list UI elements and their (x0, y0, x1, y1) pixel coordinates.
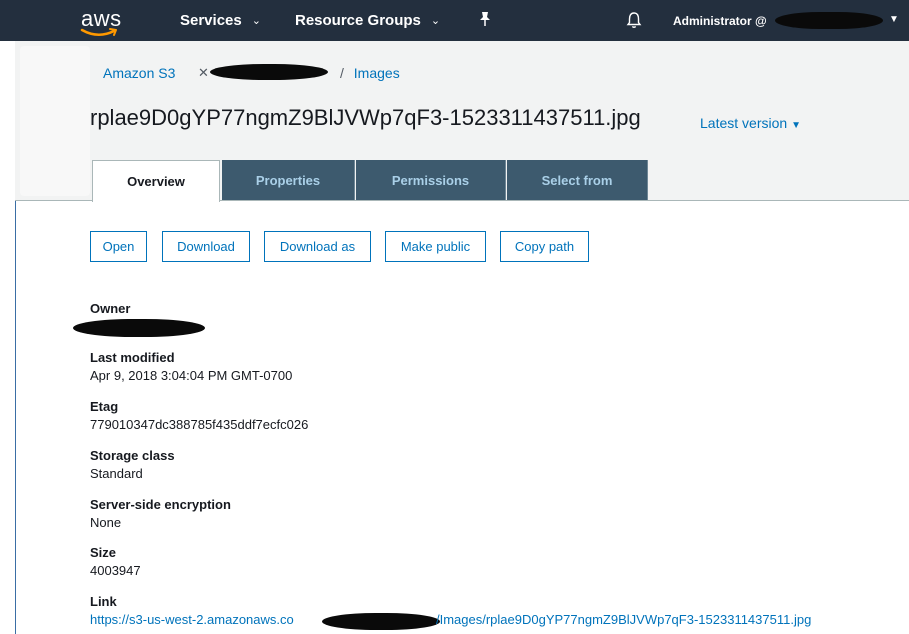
breadcrumb: Amazon S3 (103, 65, 175, 81)
pin-icon[interactable] (478, 11, 492, 31)
owner-label: Owner (90, 301, 131, 316)
version-dropdown[interactable]: Latest version ▼ (700, 115, 801, 131)
etag-label: Etag (90, 399, 119, 414)
encryption-value: None (90, 515, 122, 530)
close-icon: ✕ (198, 65, 209, 80)
make-public-button[interactable]: Make public (385, 231, 486, 262)
etag-value: 779010347dc388785f435ddf7ecfc026 (90, 417, 309, 432)
download-button[interactable]: Download (162, 231, 250, 262)
copy-path-button[interactable]: Copy path (500, 231, 589, 262)
redaction-mark (210, 64, 328, 80)
breadcrumb-tail: / Images (334, 65, 400, 81)
breadcrumb-amazon-s3[interactable]: Amazon S3 (103, 65, 175, 81)
chevron-down-icon: ⌄ (430, 15, 441, 27)
account-label[interactable]: Administrator @ (673, 14, 767, 28)
redaction-mark (322, 613, 440, 630)
tab-permissions[interactable]: Permissions (356, 160, 506, 200)
version-label: Latest version (700, 115, 788, 131)
last-modified-label: Last modified (90, 350, 175, 365)
redaction-mark (73, 319, 205, 337)
aws-logo[interactable]: aws (78, 2, 128, 38)
encryption-label: Server-side encryption (90, 497, 231, 512)
last-modified-value: Apr 9, 2018 3:04:04 PM GMT-0700 (90, 368, 293, 383)
object-link-prefix[interactable]: https://s3-us-west-2.amazonaws.co (90, 612, 294, 627)
chevron-down-icon: ⌄ (251, 15, 261, 27)
caret-down-icon: ▼ (791, 120, 802, 131)
services-menu[interactable]: Services ⌄ (180, 12, 261, 29)
content-left-border (15, 201, 16, 634)
link-label: Link (90, 594, 117, 609)
object-filename: rplae9D0gYP77ngmZ9BlJVWp7qF3-15233114375… (90, 105, 641, 130)
tab-overview[interactable]: Overview (92, 160, 220, 202)
storage-class-label: Storage class (90, 448, 175, 463)
storage-class-value: Standard (90, 466, 143, 481)
size-value: 4003947 (90, 563, 141, 578)
bell-icon[interactable] (626, 11, 642, 34)
breadcrumb-images[interactable]: Images (354, 65, 400, 81)
top-nav-bar: aws Services ⌄ Resource Groups ⌄ Adminis… (0, 0, 909, 41)
services-label: Services (180, 12, 242, 29)
tab-properties[interactable]: Properties (222, 160, 355, 200)
breadcrumb-separator: / (340, 65, 344, 81)
resource-groups-menu[interactable]: Resource Groups ⌄ (295, 12, 440, 29)
open-button[interactable]: Open (90, 231, 147, 262)
resource-groups-label: Resource Groups (295, 12, 421, 29)
redaction-mark (775, 12, 883, 29)
aws-smile-icon (80, 28, 117, 36)
object-link-suffix[interactable]: /Images/rplae9D0gYP77ngmZ9BlJVWp7qF3-152… (436, 612, 811, 627)
size-label: Size (90, 545, 117, 560)
download-as-button[interactable]: Download as (264, 231, 371, 262)
tab-select-from[interactable]: Select from (507, 160, 648, 200)
chevron-down-icon[interactable]: ▼ (889, 14, 899, 25)
document-watermark-icon (20, 46, 90, 196)
